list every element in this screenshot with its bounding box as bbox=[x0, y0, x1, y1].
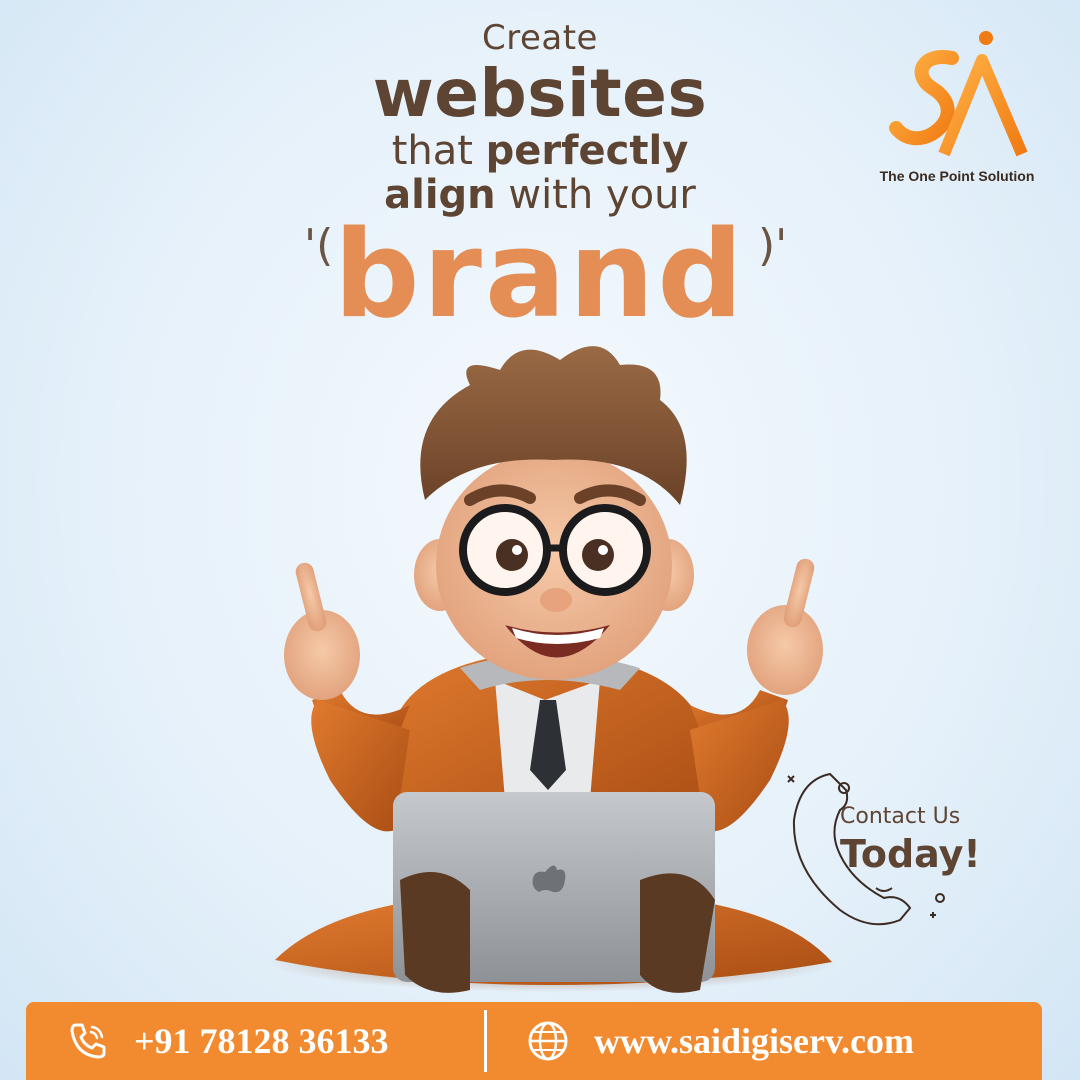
left-shoe bbox=[400, 872, 470, 993]
right-pupil bbox=[582, 539, 614, 571]
contact-callout[interactable]: Contact Us Today! bbox=[780, 760, 1020, 940]
right-eye-glint bbox=[598, 545, 608, 555]
footer-bar: +91 78128 36133 www.saidigiserv.com bbox=[26, 1002, 1042, 1080]
phone-icon bbox=[70, 1023, 106, 1059]
phone-link[interactable]: +91 78128 36133 bbox=[66, 1002, 389, 1080]
left-pupil bbox=[496, 539, 528, 571]
website-url: www.saidigiserv.com bbox=[594, 1021, 914, 1061]
poster: Create websites that perfectly align wit… bbox=[0, 0, 1080, 1080]
nose bbox=[540, 588, 572, 612]
contact-us-label: Contact Us bbox=[840, 804, 961, 829]
contact-today-label: Today! bbox=[840, 832, 981, 876]
footer-divider bbox=[484, 1010, 487, 1072]
website-link[interactable]: www.saidigiserv.com bbox=[526, 1002, 914, 1080]
phone-number: +91 78128 36133 bbox=[134, 1021, 389, 1061]
globe-icon bbox=[528, 1021, 568, 1061]
left-eye-glint bbox=[512, 545, 522, 555]
